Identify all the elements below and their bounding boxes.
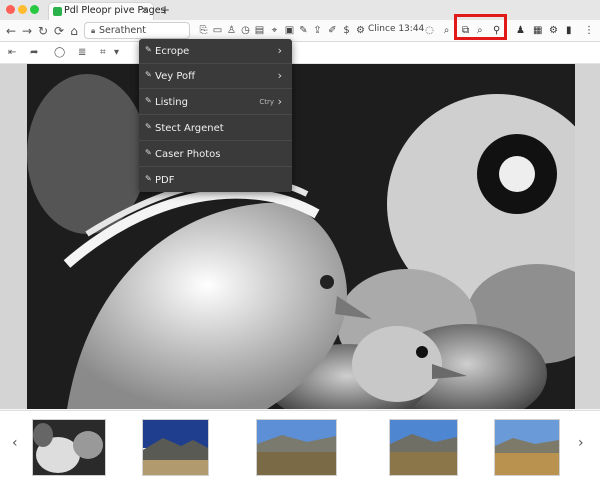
thumbnail-2-image: [143, 420, 208, 475]
history-icon[interactable]: ◷: [240, 24, 251, 37]
settings-small-icon[interactable]: ⚙: [355, 24, 366, 37]
prev-thumbnail-button[interactable]: ‹: [12, 435, 18, 451]
timer-icon[interactable]: ◌: [424, 24, 435, 37]
viewer-toolbar: ⇤ ➦ ◯ ≣ ⌗ ▾: [0, 42, 600, 64]
thumbnail-2[interactable]: [142, 419, 209, 476]
thumbnail-5-image: [495, 420, 559, 475]
crop-icon[interactable]: ⌗: [100, 47, 106, 58]
refresh-icon[interactable]: ⟳: [52, 23, 66, 39]
tab-favicon-icon: [53, 7, 62, 16]
user-icon[interactable]: ♙: [226, 24, 237, 37]
browser-window: Pdl Pleopr pive Pages × + ← → ↻ ⟳ ⌂ 🔒︎ S…: [0, 0, 600, 480]
new-tab-button[interactable]: +: [160, 3, 170, 17]
photo-canvas: [27, 64, 575, 409]
menu-item-ecrope[interactable]: ✎ Ecrope ›: [139, 39, 292, 64]
pin-icon[interactable]: ⌖: [269, 24, 280, 37]
pen-icon: ✎: [145, 122, 152, 131]
dollar-icon[interactable]: $: [341, 24, 352, 37]
thumbnail-1-image: [33, 420, 105, 475]
menu-item-stect-argenet[interactable]: ✎ Stect Argenet: [139, 116, 292, 141]
shortcut-hint: Ctry: [259, 98, 274, 106]
bookmark-icon[interactable]: ⎘: [198, 24, 209, 37]
thumbnail-strip: ‹ ›: [0, 410, 600, 480]
maximize-window-button[interactable]: [30, 5, 39, 14]
sidebar-toggle-icon[interactable]: ⇤: [8, 47, 16, 58]
thumbnail-1[interactable]: [32, 419, 106, 476]
clock-readout: Clince 13:44: [368, 24, 425, 34]
chevron-right-icon: ›: [277, 69, 282, 82]
title-bar: Pdl Pleopr pive Pages × +: [0, 0, 600, 20]
profile-icon[interactable]: ♟: [516, 25, 525, 36]
forward-icon[interactable]: →: [20, 23, 34, 39]
menu-item-pdf[interactable]: ✎ PDF: [139, 168, 292, 193]
share-icon[interactable]: ⇪: [312, 24, 323, 37]
pen-icon: ✎: [145, 174, 152, 183]
menu-item-listing[interactable]: ✎ Listing Ctry ›: [139, 90, 292, 115]
tab-active[interactable]: Pdl Pleopr pive Pages ×: [48, 2, 166, 20]
pen-icon[interactable]: ✎: [298, 24, 309, 37]
thumbnail-3-image: [257, 420, 336, 475]
tab-close-button[interactable]: ×: [141, 5, 149, 16]
menu-item-vey-poff[interactable]: ✎ Vey Poff ›: [139, 64, 292, 89]
thumbnail-5[interactable]: [494, 419, 560, 476]
reload-icon[interactable]: ↻: [36, 23, 50, 39]
minimize-window-button[interactable]: [18, 5, 27, 14]
gear-icon[interactable]: ⚙: [549, 25, 558, 36]
browser-toolbar: ← → ↻ ⟳ ⌂ 🔒︎ Serathent ⎘ ▭ ♙ ◷ ▤ ⌖ ▣ ✎ ⇪…: [0, 20, 600, 42]
extension-icon[interactable]: ▦: [533, 25, 542, 36]
folder-icon[interactable]: ▤: [254, 24, 265, 37]
layers-icon[interactable]: ≣: [78, 47, 86, 58]
pen-icon: ✎: [145, 45, 152, 54]
menu-item-caser-photos[interactable]: ✎ Caser Photos: [139, 142, 292, 167]
thumbnail-3[interactable]: [256, 419, 337, 476]
next-thumbnail-button[interactable]: ›: [578, 435, 584, 451]
search-icon[interactable]: ⌕: [477, 25, 483, 36]
forward-share-icon[interactable]: ➦: [30, 47, 38, 58]
pen-icon: ✎: [145, 70, 152, 79]
document-viewer: [0, 64, 600, 409]
brush-icon[interactable]: ✐: [327, 24, 338, 37]
image-icon[interactable]: ▣: [284, 24, 295, 37]
page-icon[interactable]: ⧉: [462, 25, 469, 36]
address-text: Serathent: [99, 25, 146, 36]
chevron-right-icon: ›: [277, 95, 282, 108]
thumbnail-4-image: [390, 420, 457, 475]
options-icon[interactable]: ▾: [114, 47, 119, 58]
pen-icon: ✎: [145, 96, 152, 105]
bird-photo: [27, 64, 575, 409]
close-window-button[interactable]: [6, 5, 15, 14]
back-icon[interactable]: ←: [4, 23, 18, 39]
address-bar[interactable]: 🔒︎ Serathent: [84, 22, 190, 39]
lock-icon: 🔒︎: [91, 26, 96, 35]
context-menu: ✎ Ecrope › ✎ Vey Poff › ✎ Listing Ctry ›…: [139, 39, 292, 192]
tab-title: Pdl Pleopr pive Pages: [64, 5, 166, 16]
sidebar-icon[interactable]: ▮: [566, 25, 572, 36]
tune-icon[interactable]: ⚲: [493, 25, 500, 36]
screen-icon[interactable]: ▭: [212, 24, 223, 37]
pen-icon: ✎: [145, 148, 152, 157]
search-small-icon[interactable]: ⌕: [441, 24, 452, 37]
thumbnail-4[interactable]: [389, 419, 458, 476]
chevron-right-icon: ›: [277, 44, 282, 57]
more-icon[interactable]: ⋮: [584, 25, 594, 36]
annotate-icon[interactable]: ◯: [54, 47, 65, 58]
home-icon[interactable]: ⌂: [67, 23, 81, 39]
